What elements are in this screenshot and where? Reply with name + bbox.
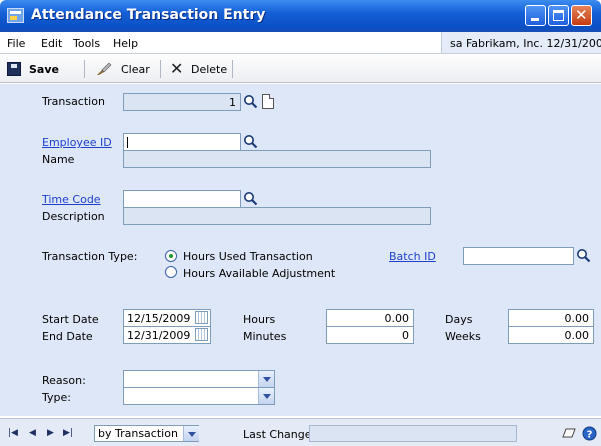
- end-date-label: End Date: [42, 330, 93, 343]
- last-record-icon[interactable]: ▶|: [63, 428, 73, 438]
- hours-available-label[interactable]: Hours Available Adjustment: [183, 267, 335, 280]
- transaction-lookup-icon[interactable]: [243, 94, 258, 109]
- chevron-down-icon[interactable]: [258, 371, 274, 387]
- sort-by-value: by Transaction: [98, 427, 178, 440]
- menu-file[interactable]: File: [7, 37, 25, 50]
- delete-icon[interactable]: ✕: [170, 59, 183, 78]
- menu-edit[interactable]: Edit: [41, 37, 62, 50]
- batch-id-link[interactable]: Batch ID: [389, 250, 436, 263]
- delete-button[interactable]: Delete: [191, 63, 227, 76]
- close-icon: ✕: [575, 6, 588, 24]
- chevron-down-icon[interactable]: [258, 388, 274, 404]
- window-title: Attendance Transaction Entry: [31, 7, 266, 23]
- hours-used-radio[interactable]: [165, 250, 177, 262]
- clear-icon[interactable]: [96, 62, 112, 76]
- minutes-label: Minutes: [243, 330, 287, 343]
- toolbar-separator: [160, 60, 161, 78]
- note-icon[interactable]: [561, 426, 577, 443]
- start-date-label: Start Date: [42, 313, 99, 326]
- time-code-lookup-icon[interactable]: [243, 191, 258, 206]
- weeks-label: Weeks: [445, 330, 481, 343]
- next-record-icon[interactable]: ▶: [47, 428, 54, 438]
- maximize-icon: [553, 10, 564, 21]
- minutes-input[interactable]: 0: [326, 326, 414, 344]
- previous-record-icon[interactable]: ◀: [29, 428, 36, 438]
- save-icon[interactable]: [7, 62, 21, 76]
- hours-label: Hours: [243, 313, 276, 326]
- status-bar: |◀ ◀ ▶ ▶| by Transaction Last Change: ?: [0, 418, 601, 446]
- menu-help[interactable]: Help: [113, 37, 138, 50]
- reason-label: Reason:: [42, 374, 86, 387]
- time-code-link[interactable]: Time Code: [42, 193, 101, 206]
- svg-text:?: ?: [587, 430, 593, 441]
- time-code-input[interactable]: [123, 190, 241, 208]
- employee-id-link[interactable]: Employee ID: [42, 136, 112, 149]
- batch-id-input[interactable]: [463, 247, 574, 265]
- days-input[interactable]: 0.00: [508, 309, 594, 327]
- last-change-label: Last Change:: [243, 428, 316, 441]
- hours-available-radio[interactable]: [165, 266, 177, 278]
- type-select[interactable]: [123, 387, 275, 405]
- menu-tools[interactable]: Tools: [73, 37, 100, 50]
- toolbar-separator: [232, 60, 233, 78]
- chevron-down-icon[interactable]: [183, 426, 199, 441]
- transaction-label: Transaction: [42, 95, 105, 108]
- start-date-calendar-icon[interactable]: [195, 311, 208, 324]
- transaction-field: 1: [123, 93, 241, 111]
- title-bar: Attendance Transaction Entry ✕: [0, 0, 601, 32]
- name-label: Name: [42, 153, 75, 166]
- hours-used-label[interactable]: Hours Used Transaction: [183, 250, 313, 263]
- name-field: [123, 150, 431, 168]
- end-date-calendar-icon[interactable]: [195, 328, 208, 341]
- employee-id-input[interactable]: [123, 133, 241, 151]
- description-field: [123, 207, 431, 225]
- first-record-icon[interactable]: |◀: [8, 428, 18, 438]
- close-button[interactable]: ✕: [571, 5, 592, 26]
- help-icon[interactable]: ?: [582, 426, 597, 444]
- hours-input[interactable]: 0.00: [326, 309, 414, 327]
- clear-button[interactable]: Clear: [121, 63, 150, 76]
- menu-bar: File Edit Tools Help sa Fabrikam, Inc. 1…: [0, 32, 601, 54]
- text-cursor: [127, 137, 128, 148]
- note-icon[interactable]: [262, 94, 274, 109]
- save-button[interactable]: Save: [29, 63, 59, 76]
- maximize-button[interactable]: [548, 5, 569, 26]
- toolbar: Save Clear ✕ Delete: [0, 55, 601, 83]
- employee-lookup-icon[interactable]: [243, 134, 258, 149]
- company-info: sa Fabrikam, Inc. 12/31/2009: [441, 32, 601, 53]
- weeks-input[interactable]: 0.00: [508, 326, 594, 344]
- toolbar-separator: [84, 60, 85, 78]
- type-label: Type:: [42, 391, 71, 404]
- reason-select[interactable]: [123, 370, 275, 388]
- minimize-button[interactable]: [525, 5, 546, 26]
- minimize-icon: [531, 18, 539, 21]
- batch-lookup-icon[interactable]: [576, 248, 591, 263]
- last-change-field: [309, 425, 517, 442]
- description-label: Description: [42, 210, 105, 223]
- days-label: Days: [445, 313, 473, 326]
- transaction-type-label: Transaction Type:: [42, 250, 138, 263]
- app-icon: [7, 8, 24, 23]
